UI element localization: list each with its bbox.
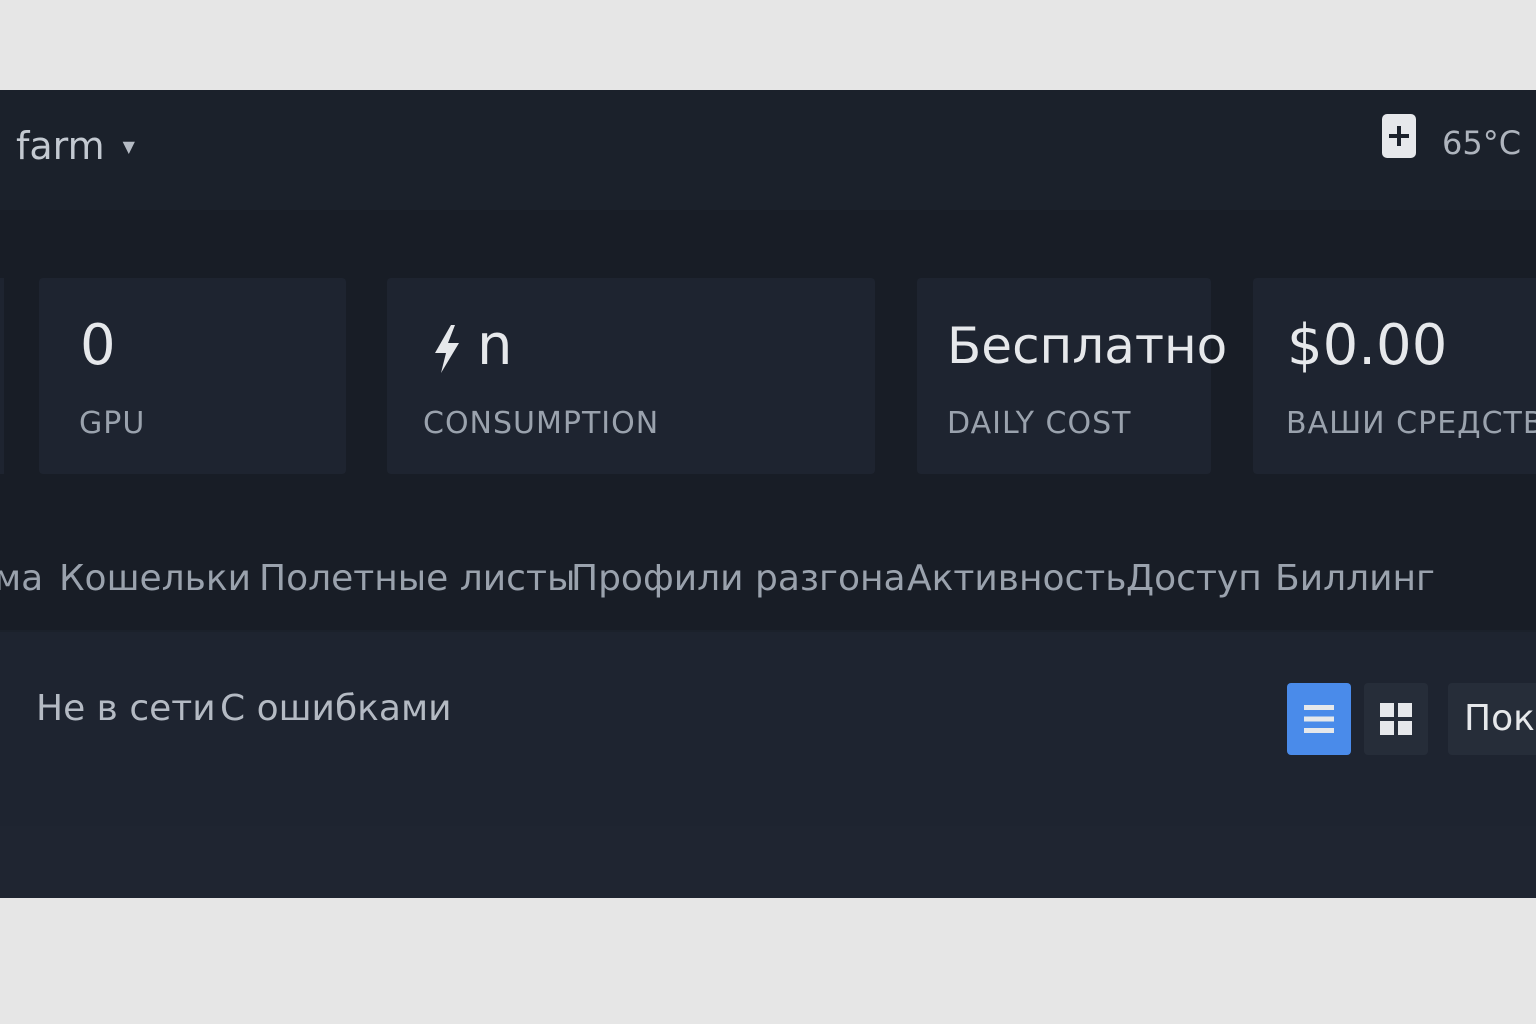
stat-card-gpu: 0 GPU	[39, 278, 346, 474]
show-button[interactable]: Пока	[1448, 683, 1536, 755]
plus-icon	[1389, 126, 1409, 146]
temperature-readout: 65°C	[1442, 124, 1522, 162]
nav-item-overclocking-profiles[interactable]: Профили разгона	[571, 558, 906, 599]
stat-card-funds: $0.00 ВАШИ СРЕДСТВА	[1253, 278, 1536, 474]
list-icon	[1304, 705, 1334, 733]
gpu-label: GPU	[79, 406, 146, 441]
farm-selector[interactable]: farm ▼	[16, 124, 135, 168]
bolt-icon	[435, 324, 459, 373]
add-button[interactable]	[1382, 114, 1416, 158]
filter-with-errors[interactable]: С ошибками	[220, 688, 452, 729]
stat-card-consumption: n CONSUMPTION	[387, 278, 875, 474]
app-window: farm ▼ 65°C 0 GPU n CONSUMPTION Бесплатн…	[0, 90, 1536, 898]
list-view-button[interactable]	[1287, 683, 1351, 755]
farm-selector-label: farm	[16, 124, 105, 168]
grid-icon	[1380, 703, 1412, 735]
funds-value: $0.00	[1287, 313, 1448, 378]
consumption-label: CONSUMPTION	[423, 406, 660, 441]
nav-item-activity[interactable]: Активность	[907, 558, 1127, 599]
top-bar: farm ▼ 65°C	[0, 90, 1536, 210]
daily-cost-label: DAILY COST	[947, 406, 1132, 441]
nav-item-flight-sheets[interactable]: Полетные листы	[259, 558, 575, 599]
funds-label: ВАШИ СРЕДСТВА	[1286, 406, 1536, 441]
nav-item-partial[interactable]: ма	[0, 558, 43, 599]
grid-view-button[interactable]	[1364, 683, 1428, 755]
stat-card-daily-cost: Бесплатно DAILY COST	[917, 278, 1227, 474]
daily-cost-value: Бесплатно	[947, 317, 1228, 375]
consumption-value-row: n	[433, 314, 513, 378]
filter-offline[interactable]: Не в сети	[36, 688, 216, 729]
chevron-down-icon: ▼	[122, 136, 135, 156]
content-area-top	[0, 826, 1536, 898]
main-nav: ма Кошельки Полетные листы Профили разго…	[0, 550, 1536, 630]
consumption-value: n	[477, 313, 513, 378]
nav-item-wallets[interactable]: Кошельки	[59, 558, 251, 599]
gpu-count: 0	[80, 313, 116, 378]
stat-card-partial	[0, 278, 4, 474]
nav-item-access[interactable]: Доступ	[1126, 558, 1262, 599]
nav-item-billing[interactable]: Биллинг	[1275, 558, 1435, 599]
filter-bar: Не в сети С ошибками Пока	[0, 632, 1536, 826]
